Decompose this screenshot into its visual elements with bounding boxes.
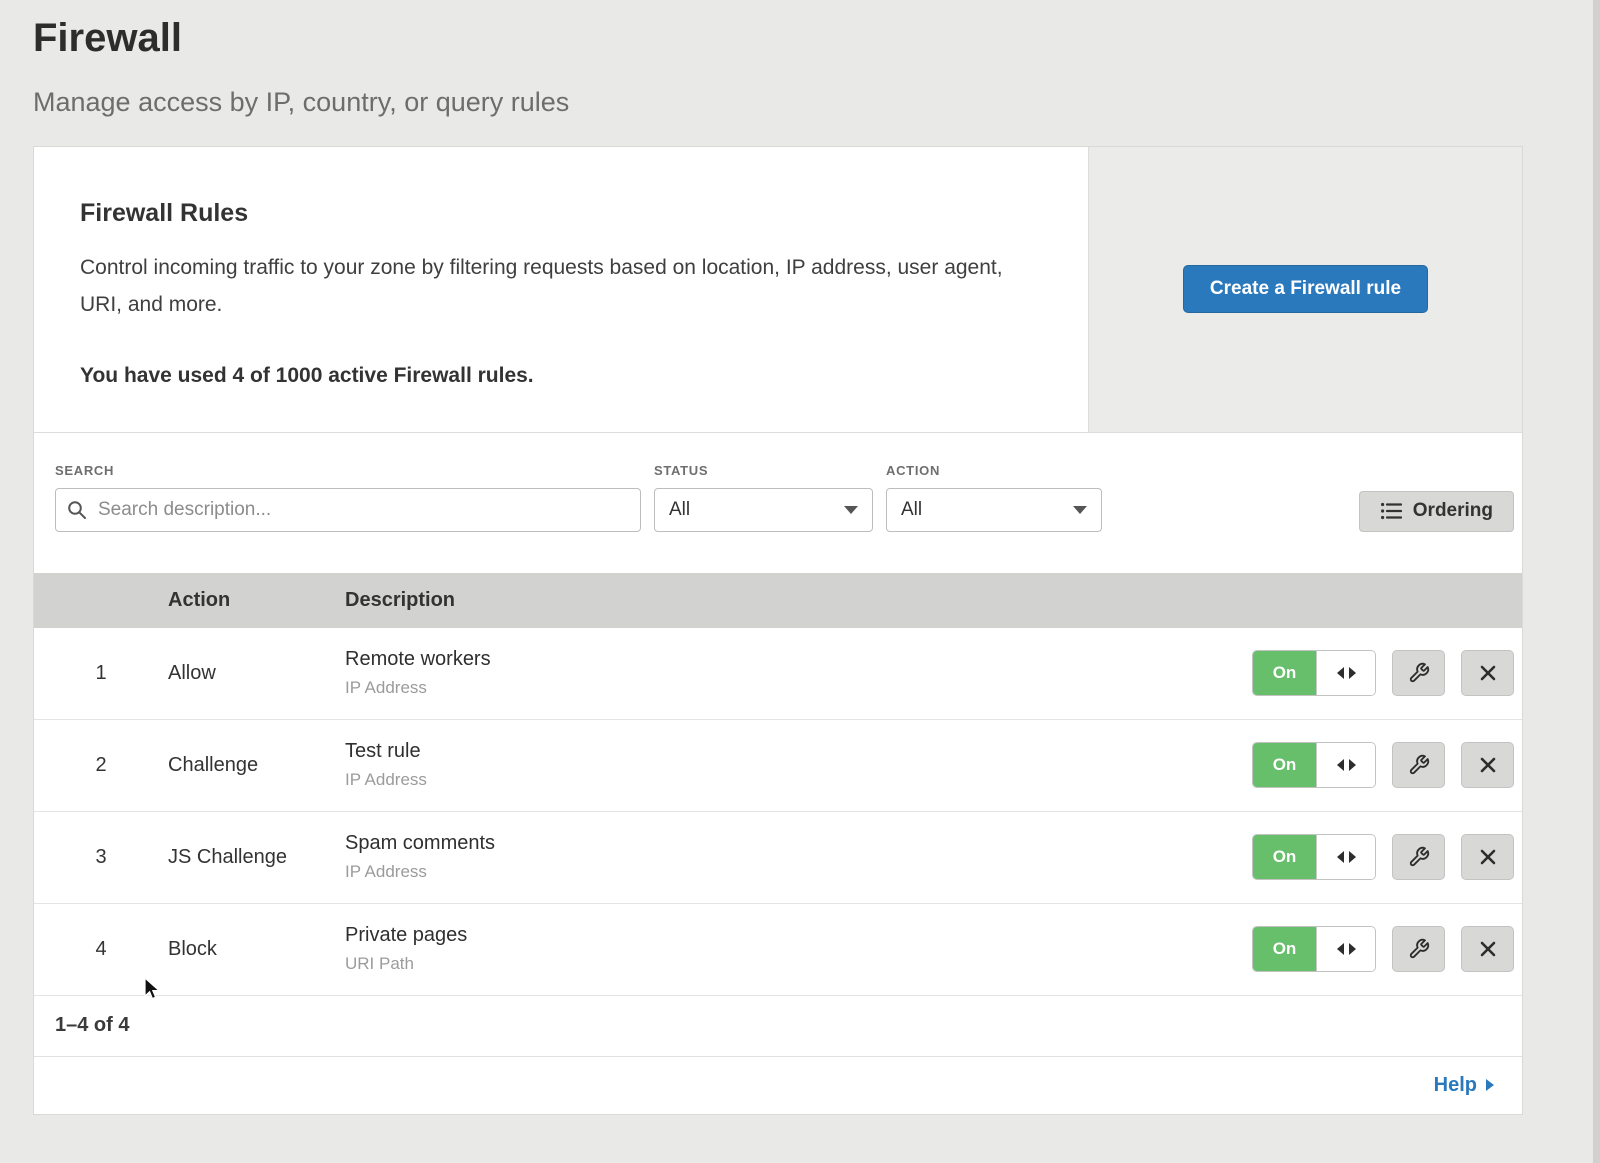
pagination: 1–4 of 4 (34, 996, 1522, 1056)
edit-rule-button[interactable] (1392, 742, 1445, 788)
rule-controls: On (1252, 926, 1514, 972)
action-select-value: All (901, 499, 922, 521)
rule-description-cell: Spam comments IP Address (345, 832, 1252, 882)
page-subtitle: Manage access by IP, country, or query r… (33, 87, 1600, 118)
chevron-down-icon (1073, 506, 1087, 514)
rule-action: Challenge (168, 754, 345, 777)
ordering-button-label: Ordering (1413, 500, 1493, 522)
rule-controls: On (1252, 650, 1514, 696)
delete-rule-button[interactable] (1461, 926, 1514, 972)
toggle-arrows-icon[interactable] (1316, 743, 1375, 787)
rule-enabled-toggle[interactable]: On (1252, 742, 1376, 788)
help-link-label: Help (1434, 1074, 1477, 1097)
ordering-button[interactable]: Ordering (1359, 491, 1514, 532)
rule-enabled-toggle[interactable]: On (1252, 650, 1376, 696)
filters-bar: SEARCH STATUS All ACTION All (34, 433, 1522, 573)
help-row: Help (34, 1056, 1522, 1114)
wrench-icon (1408, 938, 1430, 960)
edit-rule-button[interactable] (1392, 650, 1445, 696)
usage-text: You have used 4 of 1000 active Firewall … (80, 364, 1042, 388)
status-label: STATUS (654, 463, 873, 478)
table-row: 2 Challenge Test rule IP Address On (34, 720, 1522, 812)
rule-action: Block (168, 938, 345, 961)
search-filter: SEARCH (55, 463, 641, 532)
chevron-down-icon (844, 506, 858, 514)
intro-text-block: Firewall Rules Control incoming traffic … (34, 147, 1088, 432)
rule-description: Remote workers (345, 648, 1252, 671)
rule-action: Allow (168, 662, 345, 685)
rule-description: Private pages (345, 924, 1252, 947)
action-label: ACTION (886, 463, 1102, 478)
wrench-icon (1408, 662, 1430, 684)
toggle-on-label[interactable]: On (1253, 835, 1316, 879)
delete-rule-button[interactable] (1461, 650, 1514, 696)
wrench-icon (1408, 754, 1430, 776)
action-filter: ACTION All (886, 463, 1102, 532)
table-row: 4 Block Private pages URI Path On (34, 904, 1522, 996)
rule-priority: 3 (34, 846, 168, 869)
close-icon (1479, 756, 1497, 774)
action-select[interactable]: All (886, 488, 1102, 532)
delete-rule-button[interactable] (1461, 742, 1514, 788)
rule-enabled-toggle[interactable]: On (1252, 926, 1376, 972)
close-icon (1479, 848, 1497, 866)
rule-priority: 1 (34, 662, 168, 685)
rule-controls: On (1252, 834, 1514, 880)
toggle-on-label[interactable]: On (1253, 743, 1316, 787)
rule-description-cell: Remote workers IP Address (345, 648, 1252, 698)
toggle-arrows-icon[interactable] (1316, 651, 1375, 695)
rule-description-cell: Private pages URI Path (345, 924, 1252, 974)
search-input[interactable] (55, 488, 641, 532)
rule-controls: On (1252, 742, 1514, 788)
rule-match-type: URI Path (345, 954, 1252, 974)
rule-action: JS Challenge (168, 846, 345, 869)
table-row: 1 Allow Remote workers IP Address On (34, 628, 1522, 720)
search-label: SEARCH (55, 463, 641, 478)
firewall-rules-card: Firewall Rules Control incoming traffic … (33, 146, 1523, 1115)
help-arrow-icon (1486, 1079, 1494, 1091)
rule-description-cell: Test rule IP Address (345, 740, 1252, 790)
help-link[interactable]: Help (1434, 1074, 1494, 1097)
create-firewall-rule-button[interactable]: Create a Firewall rule (1183, 265, 1428, 313)
status-filter: STATUS All (654, 463, 873, 532)
toggle-arrows-icon[interactable] (1316, 927, 1375, 971)
toggle-on-label[interactable]: On (1253, 651, 1316, 695)
rule-priority: 4 (34, 938, 168, 961)
column-header-action: Action (168, 589, 345, 612)
rule-match-type: IP Address (345, 862, 1252, 882)
page-title: Firewall (33, 16, 1600, 61)
rule-priority: 2 (34, 754, 168, 777)
rule-description: Test rule (345, 740, 1252, 763)
firewall-rules-intro: Firewall Rules Control incoming traffic … (34, 147, 1522, 433)
wrench-icon (1408, 846, 1430, 868)
rule-match-type: IP Address (345, 770, 1252, 790)
delete-rule-button[interactable] (1461, 834, 1514, 880)
table-row: 3 JS Challenge Spam comments IP Address … (34, 812, 1522, 904)
edit-rule-button[interactable] (1392, 926, 1445, 972)
rule-enabled-toggle[interactable]: On (1252, 834, 1376, 880)
panel-title: Firewall Rules (80, 199, 1042, 228)
panel-description: Control incoming traffic to your zone by… (80, 250, 1030, 324)
search-box (55, 488, 641, 532)
page-header: Firewall Manage access by IP, country, o… (0, 0, 1600, 118)
close-icon (1479, 664, 1497, 682)
window-edge (1593, 0, 1600, 1163)
close-icon (1479, 940, 1497, 958)
search-icon (67, 500, 87, 520)
status-select[interactable]: All (654, 488, 873, 532)
toggle-on-label[interactable]: On (1253, 927, 1316, 971)
rule-match-type: IP Address (345, 678, 1252, 698)
status-select-value: All (669, 499, 690, 521)
rule-description: Spam comments (345, 832, 1252, 855)
ordering-list-icon (1380, 500, 1402, 522)
edit-rule-button[interactable] (1392, 834, 1445, 880)
column-header-description: Description (345, 589, 1514, 612)
toggle-arrows-icon[interactable] (1316, 835, 1375, 879)
create-rule-panel: Create a Firewall rule (1088, 147, 1522, 432)
table-header: Action Description (34, 573, 1522, 628)
